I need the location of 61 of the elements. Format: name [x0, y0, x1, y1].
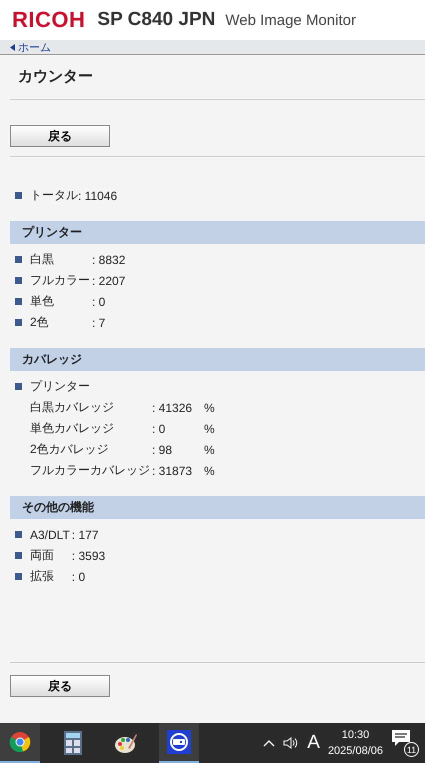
bullet-icon: [15, 573, 22, 580]
bullet-icon: [15, 277, 22, 284]
counter-value: : 11046: [78, 188, 118, 202]
coverage-label: 白黒カバレッジ: [30, 399, 115, 416]
unit-label: %: [203, 442, 216, 456]
brand-logo: RICOH: [12, 7, 86, 33]
coverage-label: フルカラーカバレッジ: [30, 462, 151, 479]
browser-icon: [9, 731, 31, 753]
coverage-value: : 0: [152, 422, 166, 436]
back-button[interactable]: 戻る: [10, 675, 110, 697]
counter-label: 両面: [30, 547, 55, 564]
counter-value: : 0: [72, 570, 86, 584]
taskbar-app[interactable]: [0, 723, 40, 763]
bullet-icon: [15, 383, 22, 390]
coverage-label: 単色カバレッジ: [30, 420, 115, 437]
counter-label: 拡張: [30, 568, 55, 585]
counter-label: トータル: [30, 187, 78, 204]
counter-label: 単色: [30, 293, 55, 310]
bullet-icon: [15, 319, 22, 326]
clock-date[interactable]: 2025/08/06: [328, 743, 383, 759]
section-header: カバレッジ: [10, 348, 425, 371]
taskbar-app[interactable]: [159, 723, 199, 763]
page-title: カウンター: [17, 67, 94, 87]
input-mode-indicator[interactable]: A: [307, 732, 320, 754]
bullet-icon: [15, 298, 22, 305]
remote-app-icon: [167, 730, 191, 754]
bullet-icon: [15, 552, 22, 559]
group-label: プリンター: [30, 378, 91, 395]
coverage-value: : 31873: [152, 464, 192, 478]
back-arrow-icon: [10, 44, 15, 50]
bullet-icon: [15, 531, 22, 538]
chevron-up-icon[interactable]: [263, 739, 276, 747]
counter-value: : 7: [92, 316, 106, 330]
coverage-value: : 98: [152, 442, 174, 456]
model-name: SP C840 JPN: [97, 9, 216, 31]
counter-value: : 2207: [92, 274, 126, 288]
counter-label: A3/DLT: [30, 528, 71, 542]
counter-label: 2色: [30, 314, 50, 331]
coverage-label: 2色カバレッジ: [30, 441, 110, 458]
speaker-icon[interactable]: [283, 736, 300, 750]
home-link[interactable]: ホーム: [18, 40, 51, 54]
unit-label: %: [203, 464, 216, 478]
counter-label: 白黒: [30, 251, 55, 268]
unit-label: %: [203, 422, 216, 436]
section-header: その他の機能: [10, 496, 425, 519]
bullet-icon: [15, 256, 22, 263]
back-button[interactable]: 戻る: [10, 125, 110, 147]
unit-label: %: [203, 400, 216, 414]
product-name: Web Image Monitor: [225, 12, 356, 28]
counter-value: : 8832: [92, 252, 126, 266]
notification-count: 11: [404, 742, 419, 757]
counter-value: : 3593: [72, 548, 106, 562]
palette-icon: [114, 732, 138, 754]
calculator-icon: [64, 731, 82, 755]
counter-label: フルカラー: [30, 272, 91, 289]
counter-value: : 0: [92, 294, 106, 308]
bullet-icon: [15, 192, 22, 199]
section-header: プリンター: [10, 221, 425, 244]
clock-time[interactable]: 10:30: [342, 727, 370, 743]
coverage-value: : 41326: [152, 400, 192, 414]
counter-value: : 177: [72, 528, 100, 542]
